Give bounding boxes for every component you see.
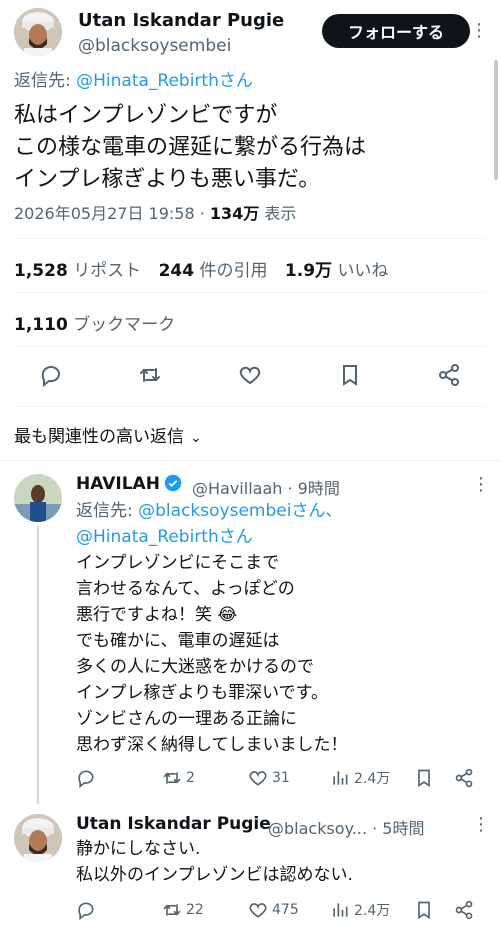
divider <box>14 292 486 293</box>
like-button[interactable]: 475 <box>248 900 299 920</box>
heart-icon <box>239 366 261 385</box>
reply-author-avatar[interactable] <box>14 814 62 862</box>
reply-author-avatar[interactable] <box>14 474 62 522</box>
reply-button[interactable] <box>36 360 66 390</box>
view-count: 2.4万 <box>354 771 391 787</box>
view-count: 134万 <box>209 204 260 223</box>
divider <box>0 460 500 461</box>
reply-actions: 2 31 2.4万 <box>76 768 486 792</box>
repost-icon <box>140 368 160 382</box>
reply-actions: 22 475 2.4万 <box>76 900 486 924</box>
bookmark-button[interactable] <box>414 900 434 920</box>
repost-count: 22 <box>186 902 204 918</box>
divider <box>14 406 486 407</box>
share-button[interactable] <box>454 900 474 920</box>
verified-badge-icon <box>164 474 182 492</box>
reply-sort-selector[interactable]: 最も関連性の高い返信 ⌄ <box>14 422 202 447</box>
reply-icon <box>78 902 94 920</box>
thread-line <box>37 526 39 804</box>
reply-to-link[interactable]: @blacksoysembeiさん、 <box>138 501 342 521</box>
follow-button[interactable]: フォローする <box>322 14 470 48</box>
heart-icon <box>249 903 267 918</box>
reply-to-line: 返信先: @blacksoysembeiさん、 @Hinata_Rebirthさ… <box>76 501 343 547</box>
reply-handle-time[interactable]: @Havillaah · 9時間 <box>192 475 340 499</box>
share-button[interactable] <box>454 768 474 788</box>
reply-tweet[interactable]: Utan Iskandar Pugie @blacksoy... · 5時間 ⋮… <box>0 814 500 933</box>
divider <box>14 238 486 239</box>
views-button[interactable]: 2.4万 <box>330 900 390 920</box>
more-options-icon[interactable]: ⋮ <box>472 816 490 834</box>
reply-button[interactable] <box>76 900 96 920</box>
like-button[interactable]: 31 <box>248 768 290 788</box>
share-button[interactable] <box>434 360 464 390</box>
share-icon <box>439 364 459 386</box>
reply-button[interactable] <box>76 768 96 788</box>
repost-button[interactable] <box>135 360 165 390</box>
repost-button[interactable]: 2 <box>162 768 195 788</box>
analytics-icon <box>333 903 348 917</box>
repost-icon <box>163 772 181 784</box>
repost-icon <box>163 904 181 916</box>
share-icon <box>455 768 473 788</box>
tweet-meta: 2026年05月27日 19:58 · 134万 表示 <box>14 200 296 224</box>
reply-to-link[interactable]: @Hinata_Rebirthさん <box>76 71 253 91</box>
repost-count: 2 <box>186 770 195 786</box>
more-options-icon[interactable]: ⋮ <box>470 22 488 40</box>
more-options-icon[interactable]: ⋮ <box>472 476 490 494</box>
reply-to-prefix: 返信先: <box>14 71 77 91</box>
bookmark-stat[interactable]: 1,110 ブックマーク <box>14 310 175 335</box>
reply-text: インプレゾンビにそこまで 言わせるなんて、よっぽどの 悪行ですよね！笑 😂 でも… <box>76 553 348 755</box>
bookmark-button[interactable] <box>414 768 434 788</box>
sort-label: 最も関連性の高い返信 <box>14 427 184 447</box>
reply-icon <box>78 770 94 788</box>
view-count: 2.4万 <box>354 903 391 919</box>
reply-icon <box>41 365 60 387</box>
reply-author-name[interactable]: HAVILAH <box>76 474 182 494</box>
quote-stat[interactable]: 244 件の引用 <box>159 261 268 281</box>
bookmark-icon <box>418 769 430 788</box>
like-button[interactable] <box>235 360 265 390</box>
views-button[interactable]: 2.4万 <box>330 768 390 788</box>
scrollbar[interactable] <box>494 60 498 180</box>
like-count: 31 <box>272 770 290 786</box>
stats-row: 1,528 リポスト 244 件の引用 1.9万 いいね <box>14 256 388 281</box>
tweet-actions <box>0 360 500 394</box>
view-label: 表示 <box>259 204 297 223</box>
author-handle[interactable]: @blacksoysembei <box>78 36 231 56</box>
author-avatar[interactable] <box>14 8 62 56</box>
analytics-icon <box>333 771 348 785</box>
like-stat[interactable]: 1.9万 いいね <box>285 261 389 281</box>
reply-text: 静かにしなさい. 私以外のインプレゾンビは認めない. <box>76 839 353 885</box>
heart-icon <box>249 771 267 786</box>
divider <box>14 346 486 347</box>
author-name[interactable]: Utan Iskandar Pugie <box>78 10 284 31</box>
like-count: 475 <box>272 902 299 918</box>
bookmark-icon <box>343 365 357 386</box>
reply-to-link[interactable]: @Hinata_Rebirthさん <box>76 527 253 547</box>
tweet-timestamp[interactable]: 2026年05月27日 19:58 · <box>14 204 210 223</box>
chevron-down-icon: ⌄ <box>190 430 202 446</box>
bookmark-icon <box>418 901 430 920</box>
reply-to-line: 返信先: @Hinata_Rebirthさん <box>14 66 253 91</box>
tweet-text: 私はインプレゾンビですが この様な電車の遅延に繋がる行為は インプレ稼ぎよりも悪… <box>14 103 367 192</box>
repost-stat[interactable]: 1,528 リポスト <box>14 261 141 281</box>
bookmark-button[interactable] <box>335 360 365 390</box>
reply-author-name[interactable]: Utan Iskandar Pugie <box>76 814 271 834</box>
repost-button[interactable]: 22 <box>162 900 204 920</box>
share-icon <box>455 900 473 920</box>
main-tweet-header: Utan Iskandar Pugie @blacksoysembei フォロー… <box>14 8 488 60</box>
reply-tweet[interactable]: HAVILAH @Havillaah · 9時間 ⋮ 返信先: @blackso… <box>0 474 500 804</box>
